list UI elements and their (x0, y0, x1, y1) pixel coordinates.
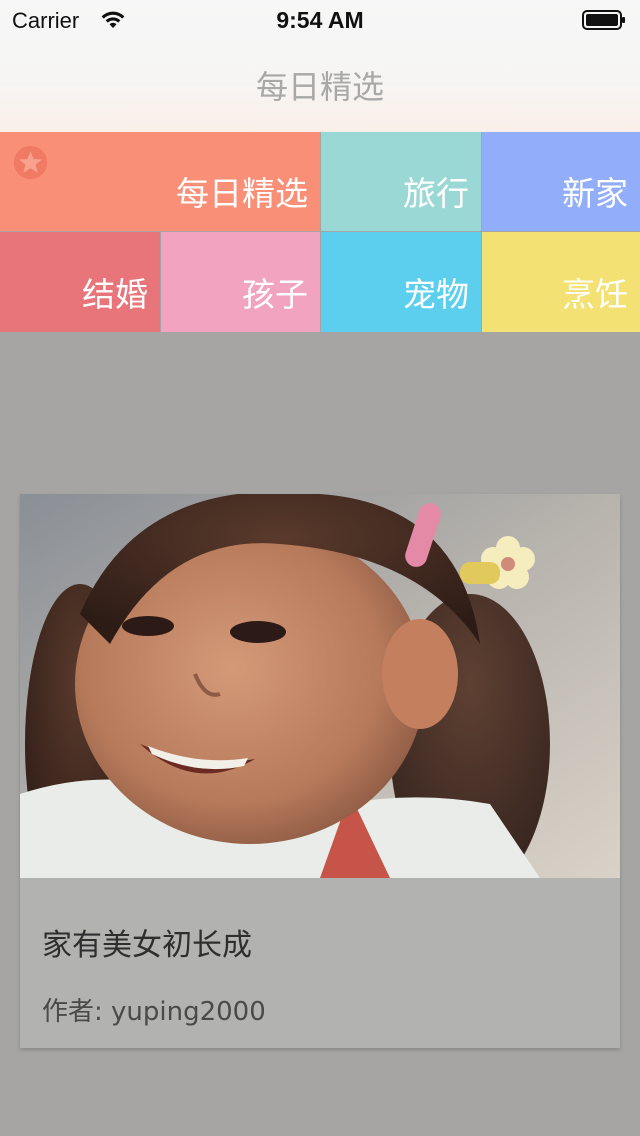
category-tile-travel[interactable]: 旅行 (321, 132, 481, 231)
category-grid: 每日精选 旅行 新家 结婚 孩子 宠物 烹饪 (0, 132, 640, 332)
category-tile-wedding[interactable]: 结婚 (0, 232, 160, 332)
category-label: 烹饪 (562, 275, 628, 314)
battery-icon (582, 10, 625, 30)
category-label: 新家 (562, 174, 628, 213)
status-bar: Carrier 9:54 AM (0, 0, 640, 40)
star-icon (13, 145, 48, 180)
story-photo (20, 494, 620, 878)
story-card[interactable]: 家有美女初长成 作者: yuping2000 (20, 494, 620, 1048)
category-label: 宠物 (403, 275, 469, 314)
page-title: 每日精选 (255, 68, 384, 106)
story-author: 作者: yuping2000 (42, 997, 266, 1027)
status-time: 9:54 AM (276, 7, 364, 33)
navigation-bar: Carrier 9:54 AM 每日精选 (0, 0, 640, 132)
category-label: 每日精选 (176, 174, 308, 213)
category-label: 旅行 (403, 174, 469, 213)
category-label: 结婚 (82, 275, 148, 314)
category-tile-new-home[interactable]: 新家 (482, 132, 640, 231)
category-tile-kids[interactable]: 孩子 (161, 232, 320, 332)
category-tile-cooking[interactable]: 烹饪 (482, 232, 640, 332)
category-tile-daily-picks[interactable]: 每日精选 (0, 132, 320, 231)
story-title: 家有美女初长成 (42, 928, 252, 963)
category-label: 孩子 (242, 275, 308, 314)
category-tile-pets[interactable]: 宠物 (321, 232, 481, 332)
